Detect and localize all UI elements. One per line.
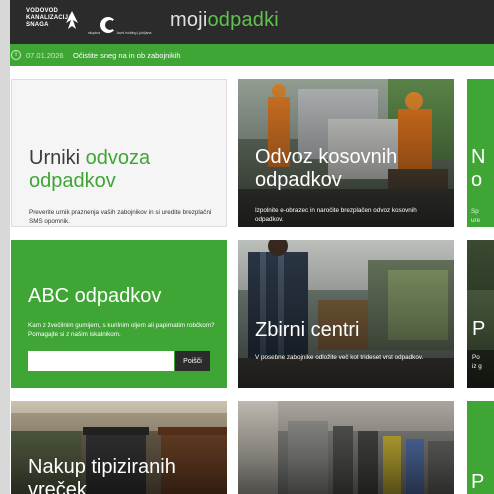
desc-line: Po — [472, 354, 480, 361]
card-nakup-vreck[interactable]: Nakup tipiziranih vreček — [11, 401, 227, 494]
title-line: N — [471, 146, 486, 168]
desc-line: ure — [471, 217, 481, 224]
search-button[interactable]: Poišči — [175, 351, 210, 371]
title-line: o — [471, 169, 483, 191]
alert-text: Očistite sneg na in ob zabojnikih — [73, 51, 181, 60]
card-abc: ABC odpadkov Kam z žvečilnim gumijem, s … — [11, 240, 227, 388]
holding-label: Javni holding Ljubljana — [116, 31, 152, 35]
card-urniki[interactable]: Urniki odvoza odpadkov Preverite urnik p… — [11, 79, 227, 227]
card-title: N o — [471, 146, 485, 192]
card-partial-top[interactable]: N o Sp ure — [467, 79, 494, 227]
site-header: VODOVOD KANALIZACIJA SNAGA skupina Javni… — [10, 0, 494, 44]
page-edge — [0, 0, 10, 494]
brand-part-1: moji — [170, 9, 208, 31]
desc-line: Sp — [471, 208, 479, 215]
search-input[interactable] — [28, 351, 174, 371]
card-title: ABC odpadkov — [28, 285, 162, 307]
desc-line: iz g — [472, 363, 482, 370]
main-content: Urniki odvoza odpadkov Preverite urnik p… — [10, 66, 494, 494]
image-overlay — [238, 240, 454, 388]
tree-icon — [66, 11, 78, 29]
card-description: Preverite urnik praznenja vaših zabojnik… — [29, 209, 212, 225]
brand-part-2: odpadki — [207, 9, 279, 31]
image-overlay — [238, 401, 454, 494]
card-kosovni[interactable]: Odvoz kosovnih odpadkov Izpolnite e-obra… — [238, 79, 454, 227]
card-partial-mid[interactable]: P Po iz g — [467, 240, 494, 388]
title-part-1: Urniki — [29, 147, 86, 169]
info-icon: i — [11, 50, 21, 60]
card-title: Nakup tipiziranih vreček — [28, 456, 176, 494]
card-title: Odvoz kosovnih odpadkov — [255, 146, 398, 191]
card-zbirni-centri[interactable]: Zbirni centri V posebne zabojnike odloži… — [238, 240, 454, 388]
card-description: Kam z žvečilnim gumijem, s kurilnim olje… — [28, 322, 215, 338]
alert-bar[interactable]: i 07.01.2026 Očistite sneg na in ob zabo… — [10, 44, 494, 66]
card-title: P — [472, 318, 486, 340]
card-bottom-middle[interactable]: P — [238, 401, 454, 494]
site-brand[interactable]: mojiodpadki — [170, 9, 279, 32]
card-title: Zbirni centri — [255, 319, 360, 341]
card-partial-bottom[interactable]: P — [467, 401, 494, 494]
alert-date: 07.01.2026 — [26, 51, 64, 60]
card-description: Po iz g — [472, 353, 482, 371]
card-title: Urniki odvoza odpadkov — [29, 147, 209, 193]
card-title: P — [471, 471, 485, 493]
card-description: V posebne zabojnike odložite več kot tri… — [255, 354, 424, 361]
card-description: Izpolnite e-obrazec in naročite brezplač… — [255, 207, 417, 223]
card-description: Sp ure — [471, 207, 480, 225]
